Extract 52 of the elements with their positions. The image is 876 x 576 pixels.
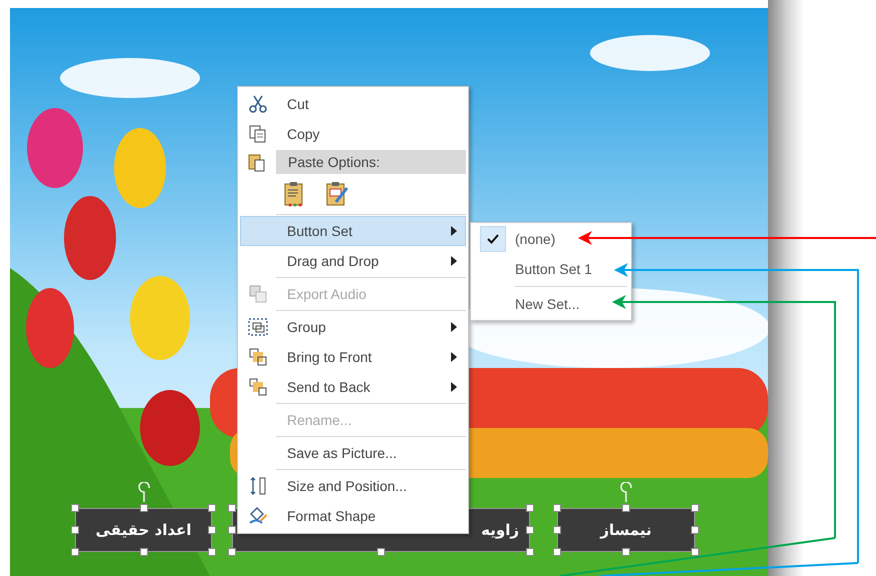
menu-item[interactable]: (none) (471, 224, 631, 254)
scissors-icon (248, 94, 268, 114)
resize-handle[interactable] (71, 526, 79, 534)
submenu-arrow-icon (451, 382, 457, 392)
submenu-arrow-icon (451, 256, 457, 266)
export-icon (248, 284, 268, 304)
submenu-arrow-icon (451, 226, 457, 236)
clipboard-icon (247, 152, 267, 172)
menu-item[interactable]: Bring to Front (240, 342, 466, 372)
menu-item[interactable]: Cut (240, 89, 466, 119)
resize-handle[interactable] (228, 504, 236, 512)
menu-item[interactable]: Group (240, 312, 466, 342)
resize-handle[interactable] (691, 504, 699, 512)
resize-handle[interactable] (208, 548, 216, 556)
slide-button[interactable]: نیمساز (557, 508, 695, 552)
menu-item[interactable]: Button Set (240, 216, 466, 246)
resize-handle[interactable] (208, 526, 216, 534)
menu-header: Paste Options: (276, 150, 466, 174)
resize-handle[interactable] (691, 548, 699, 556)
resize-handle[interactable] (691, 526, 699, 534)
format-shape-icon (248, 506, 268, 526)
resize-handle[interactable] (71, 548, 79, 556)
rotate-handle-icon[interactable] (136, 482, 150, 502)
resize-handle[interactable] (526, 504, 534, 512)
menu-item[interactable]: Format Shape (240, 501, 466, 531)
resize-handle[interactable] (526, 526, 534, 534)
resize-handle[interactable] (553, 526, 561, 534)
resize-handle[interactable] (228, 548, 236, 556)
resize-handle[interactable] (208, 504, 216, 512)
slide-button[interactable]: اعداد حقیقی (75, 508, 212, 552)
resize-handle[interactable] (526, 548, 534, 556)
submenu-arrow-icon (451, 322, 457, 332)
group-icon (247, 317, 269, 337)
menu-item[interactable]: Drag and Drop (240, 246, 466, 276)
bring-front-icon (248, 347, 268, 367)
menu-item[interactable]: Copy (240, 119, 466, 149)
resize-handle[interactable] (622, 504, 630, 512)
menu-item[interactable]: Button Set 1 (471, 254, 631, 284)
menu-item[interactable]: New Set... (471, 289, 631, 319)
send-back-icon (248, 377, 268, 397)
resize-handle[interactable] (71, 504, 79, 512)
submenu-arrow-icon (451, 352, 457, 362)
size-icon (248, 476, 268, 496)
menu-item[interactable]: Send to Back (240, 372, 466, 402)
copy-icon (248, 124, 268, 144)
resize-handle[interactable] (553, 504, 561, 512)
resize-handle[interactable] (553, 548, 561, 556)
resize-handle[interactable] (377, 548, 385, 556)
rotate-handle-icon[interactable] (619, 482, 633, 502)
menu-item[interactable]: Size and Position... (240, 471, 466, 501)
resize-handle[interactable] (622, 548, 630, 556)
resize-handle[interactable] (228, 526, 236, 534)
